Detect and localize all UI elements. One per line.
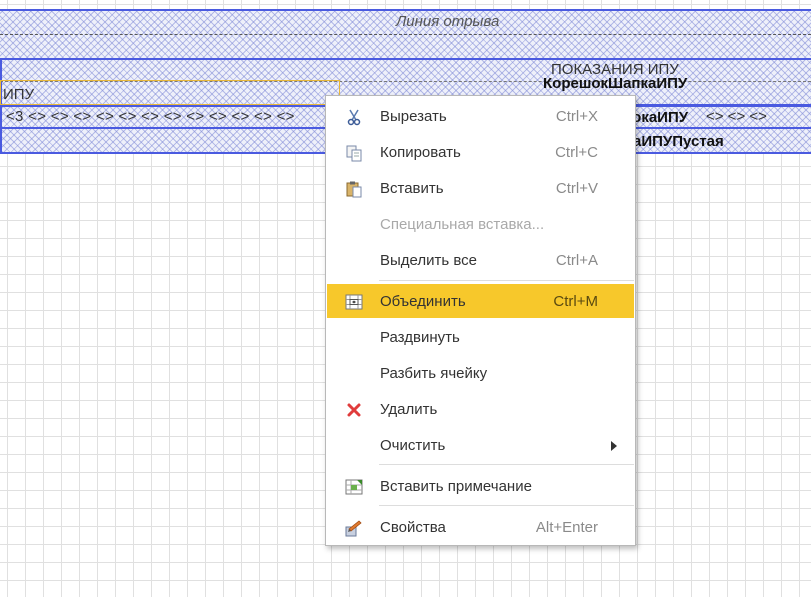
menu-item-delete-label: Удалить [380,401,438,418]
menu-item-properties-label: Свойства [380,519,446,536]
menu-item-properties[interactable]: Свойства Alt+Enter [327,510,634,544]
submenu-arrow-icon [611,441,617,451]
menu-item-paste[interactable]: Вставить Ctrl+V [327,171,634,205]
selected-cell-range[interactable] [0,80,340,105]
delete-x-icon [345,401,363,419]
copy-icon [345,144,363,162]
tear-line-label: Линия отрыва [396,13,500,30]
menu-item-cut[interactable]: Вырезать Ctrl+X [327,99,634,133]
menu-item-paste-special[interactable]: Специальная вставка... [327,207,634,241]
menu-separator [379,464,634,465]
scissors-icon [345,108,363,126]
menu-separator [379,505,634,506]
menu-item-split-cell-label: Разбить ячейку [380,365,488,382]
menu-item-paste-label: Вставить [380,180,444,197]
menu-item-properties-shortcut: Alt+Enter [535,519,598,536]
menu-item-delete[interactable]: Удалить [327,392,634,426]
paste-icon [345,180,363,198]
menu-item-select-all-label: Выделить все [380,252,478,269]
insert-note-icon [345,478,363,496]
menu-item-merge[interactable]: Объединить Ctrl+M [327,284,634,318]
menu-separator [379,280,634,281]
row-cells-right[interactable]: <> <> <> [706,108,767,125]
section-name-empty-row: аИПУПустая [633,133,724,150]
menu-item-cut-label: Вырезать [380,108,447,125]
menu-item-copy[interactable]: Копировать Ctrl+C [327,135,634,169]
menu-item-split-cell[interactable]: Разбить ячейку [327,356,634,390]
menu-item-clear-label: Очистить [380,437,446,454]
menu-item-expand-label: Раздвинуть [380,329,460,346]
menu-item-copy-shortcut: Ctrl+C [555,144,598,161]
tear-line-divider [0,34,811,35]
menu-item-paste-special-label: Специальная вставка... [380,216,545,233]
menu-item-expand[interactable]: Раздвинуть [327,320,634,354]
menu-item-paste-shortcut: Ctrl+V [555,180,598,197]
section-name-header: КорешокШапкаИПУ [543,75,688,92]
menu-item-merge-shortcut: Ctrl+M [553,293,598,310]
row-cells-left[interactable]: <3 <> <> <> <> <> <> <> <> <> <> <> <> [6,108,295,125]
menu-item-clear[interactable]: Очистить [327,428,634,462]
menu-item-select-all-shortcut: Ctrl+A [555,252,598,269]
menu-item-cut-shortcut: Ctrl+X [555,108,598,125]
menu-item-select-all[interactable]: Выделить все Ctrl+A [327,243,634,277]
menu-item-insert-note[interactable]: Вставить примечание [327,469,634,503]
merge-cells-icon [345,293,363,311]
menu-item-copy-label: Копировать [380,144,461,161]
cell-ipu[interactable]: ИПУ [3,86,34,103]
properties-icon [345,519,363,537]
context-menu: Вырезать Ctrl+X Копировать Ctrl+C Встави… [325,95,636,546]
menu-item-insert-note-label: Вставить примечание [380,478,532,495]
menu-item-merge-label: Объединить [380,293,466,310]
